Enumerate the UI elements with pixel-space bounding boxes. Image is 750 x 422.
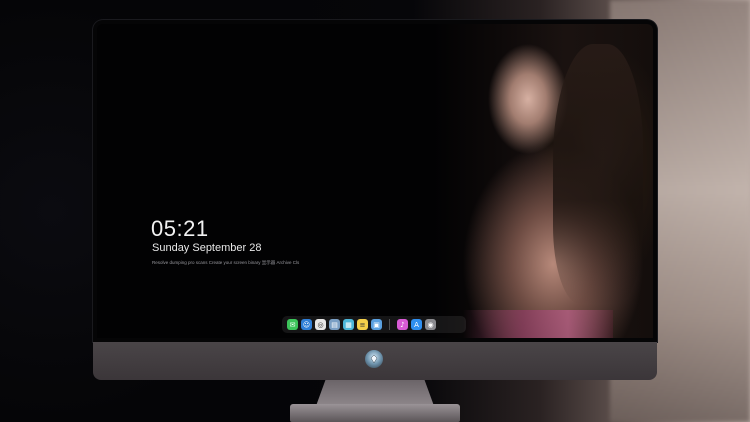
music-icon[interactable]: ♪: [397, 319, 408, 330]
camera-icon[interactable]: ◉: [425, 319, 436, 330]
lock-date: Sunday September 28: [152, 242, 262, 254]
monitor: 05:21 Sunday September 28 Resolve dumpin…: [93, 20, 657, 380]
lock-subline: Resolve dumping pro scans Create your sc…: [152, 260, 300, 265]
monitor-stand-neck: [316, 380, 434, 406]
monitor-stand-base: [290, 404, 460, 422]
photos-icon[interactable]: ▣: [371, 319, 382, 330]
lock-screen[interactable]: 05:21 Sunday September 28 Resolve dumpin…: [97, 24, 653, 338]
wallpaper-photo: [433, 24, 653, 338]
preview-icon[interactable]: ▤: [329, 319, 340, 330]
lock-clock: 05:21: [151, 216, 209, 241]
clapper-icon[interactable]: ▦: [343, 319, 354, 330]
desktop-scene: 05:21 Sunday September 28 Resolve dumpin…: [0, 0, 750, 422]
brand-logo-icon: [365, 350, 383, 368]
wallpaper-dress: [463, 310, 613, 338]
safari-icon[interactable]: ◎: [315, 319, 326, 330]
appstore-icon[interactable]: A: [411, 319, 422, 330]
notes-icon[interactable]: ≡: [357, 319, 368, 330]
wallpaper-hair: [553, 44, 643, 304]
finder-icon[interactable]: ☺: [301, 319, 312, 330]
dock-separator: [389, 319, 390, 330]
dock: ✉ ☺ ◎ ▤ ▦ ≡ ▣ ♪ A ◉: [282, 316, 466, 333]
messages-icon[interactable]: ✉: [287, 319, 298, 330]
monitor-bezel: 05:21 Sunday September 28 Resolve dumpin…: [93, 20, 657, 342]
